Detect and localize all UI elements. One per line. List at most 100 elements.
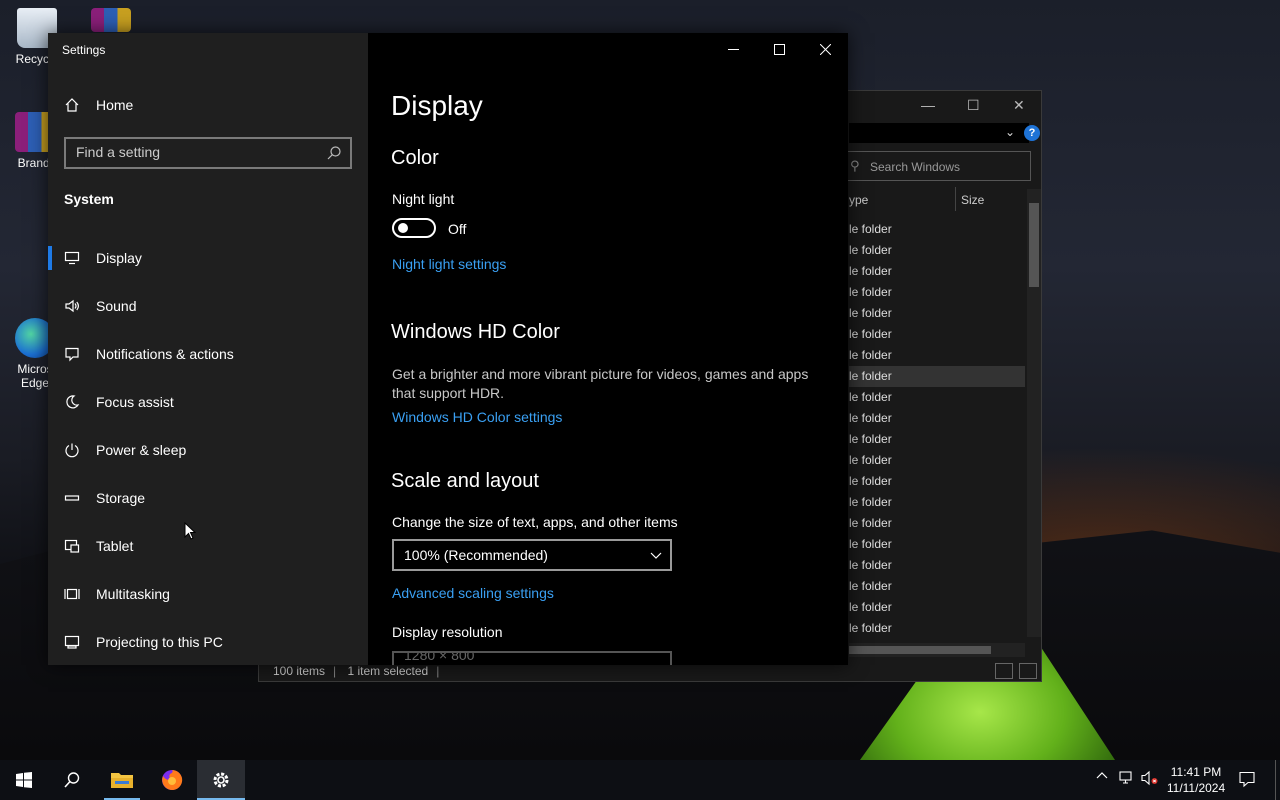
night-light-toggle[interactable] bbox=[392, 218, 436, 238]
horizontal-scrollbar[interactable] bbox=[849, 643, 1025, 657]
settings-window[interactable]: Settings Home Find a setting System Disp… bbox=[48, 33, 848, 665]
windows-logo-icon bbox=[16, 772, 32, 788]
table-row[interactable]: le folder bbox=[849, 513, 1025, 534]
taskbar: 11:41 PM 11/11/2024 bbox=[0, 760, 1280, 800]
nav-item-focus-assist[interactable]: Focus assist bbox=[48, 378, 368, 426]
nav-item-label: Projecting to this PC bbox=[96, 634, 223, 650]
table-row[interactable]: le folder bbox=[849, 366, 1025, 387]
nav-item-label: Tablet bbox=[96, 538, 134, 554]
table-row[interactable]: le folder bbox=[849, 345, 1025, 366]
search-icon bbox=[64, 772, 80, 788]
resolution-label: Display resolution bbox=[392, 624, 503, 640]
table-row[interactable]: le folder bbox=[849, 303, 1025, 324]
chevron-down-icon[interactable]: ⌄ bbox=[1005, 125, 1015, 139]
nav-item-storage[interactable]: Storage bbox=[48, 474, 368, 522]
window-title: Settings bbox=[62, 43, 106, 57]
show-desktop-button[interactable] bbox=[1275, 760, 1276, 800]
speaker-icon bbox=[64, 298, 80, 314]
settings-nav-pane: Settings Home Find a setting System Disp… bbox=[48, 33, 368, 665]
resolution-dropdown[interactable]: 1280 × 800 bbox=[392, 651, 672, 665]
taskbar-firefox[interactable] bbox=[148, 760, 196, 800]
nav-item-label: Multitasking bbox=[96, 586, 170, 602]
home-icon bbox=[64, 97, 80, 113]
table-row[interactable]: le folder bbox=[849, 492, 1025, 513]
nav-item-power-sleep[interactable]: Power & sleep bbox=[48, 426, 368, 474]
details-view-icon[interactable] bbox=[995, 663, 1013, 679]
firefox-icon bbox=[162, 769, 183, 790]
resolution-dropdown-value: 1280 × 800 bbox=[404, 651, 475, 663]
network-icon[interactable] bbox=[1118, 770, 1134, 789]
maximize-icon[interactable]: ☐ bbox=[967, 97, 980, 114]
scrollbar-thumb[interactable] bbox=[849, 646, 991, 654]
hd-color-settings-link[interactable]: Windows HD Color settings bbox=[392, 409, 562, 425]
chevron-up-icon[interactable] bbox=[1096, 770, 1108, 785]
nav-item-sound[interactable]: Sound bbox=[48, 282, 368, 330]
table-row[interactable]: le folder bbox=[849, 534, 1025, 555]
status-selected-count: 1 item selected bbox=[347, 664, 429, 678]
search-icon[interactable] bbox=[326, 145, 342, 161]
table-row[interactable]: le folder bbox=[849, 618, 1025, 639]
find-setting-input[interactable]: Find a setting bbox=[64, 137, 352, 169]
system-clock[interactable]: 11:41 PM 11/11/2024 bbox=[1158, 764, 1234, 796]
table-row[interactable]: le folder bbox=[849, 555, 1025, 576]
table-row[interactable]: le folder bbox=[849, 282, 1025, 303]
table-row[interactable]: le folder bbox=[849, 261, 1025, 282]
close-icon[interactable]: ✕ bbox=[1013, 97, 1025, 114]
search-button[interactable] bbox=[48, 760, 96, 800]
start-button[interactable] bbox=[0, 760, 48, 800]
moon-icon bbox=[64, 394, 80, 410]
table-row[interactable]: le folder bbox=[849, 597, 1025, 618]
table-row[interactable]: le folder bbox=[849, 408, 1025, 429]
scale-label: Change the size of text, apps, and other… bbox=[392, 514, 678, 530]
mouse-cursor-icon bbox=[184, 522, 196, 540]
column-divider[interactable] bbox=[955, 187, 956, 211]
scale-dropdown-value: 100% (Recommended) bbox=[404, 547, 548, 563]
table-row[interactable]: le folder bbox=[849, 219, 1025, 240]
table-row[interactable]: le folder bbox=[849, 576, 1025, 597]
night-light-settings-link[interactable]: Night light settings bbox=[392, 256, 506, 272]
settings-nav-list: Display Sound Notifications & actions Fo… bbox=[48, 234, 368, 666]
large-icons-view-icon[interactable] bbox=[1019, 663, 1037, 679]
scrollbar-thumb[interactable] bbox=[1029, 203, 1039, 287]
nav-item-display[interactable]: Display bbox=[48, 234, 368, 282]
nav-item-projecting[interactable]: Projecting to this PC bbox=[48, 618, 368, 666]
table-row[interactable]: le folder bbox=[849, 429, 1025, 450]
nav-item-tablet[interactable]: Tablet bbox=[48, 522, 368, 570]
scale-dropdown[interactable]: 100% (Recommended) bbox=[392, 539, 672, 571]
minimize-icon[interactable]: — bbox=[921, 97, 935, 113]
night-light-label: Night light bbox=[392, 191, 455, 207]
table-row[interactable]: le folder bbox=[849, 240, 1025, 261]
table-row[interactable]: le folder bbox=[849, 387, 1025, 408]
desktop-icon-label: Edge bbox=[20, 376, 50, 390]
advanced-scaling-link[interactable]: Advanced scaling settings bbox=[392, 585, 554, 601]
taskbar-settings[interactable] bbox=[197, 760, 245, 800]
taskbar-file-explorer[interactable] bbox=[98, 760, 146, 800]
volume-muted-icon[interactable] bbox=[1141, 770, 1159, 789]
desktop-icon-winrar-2[interactable] bbox=[76, 8, 146, 36]
help-icon[interactable]: ? bbox=[1024, 125, 1040, 141]
hd-color-heading: Windows HD Color bbox=[391, 321, 560, 343]
nav-item-label: Notifications & actions bbox=[96, 346, 234, 362]
explorer-search-input[interactable]: ⚲ Search Windows bbox=[839, 151, 1031, 181]
clock-date: 11/11/2024 bbox=[1166, 781, 1226, 795]
nav-item-notifications[interactable]: Notifications & actions bbox=[48, 330, 368, 378]
file-explorer-icon bbox=[111, 773, 133, 788]
explorer-search-placeholder: Search Windows bbox=[870, 160, 961, 174]
nav-item-multitasking[interactable]: Multitasking bbox=[48, 570, 368, 618]
multitasking-icon bbox=[64, 586, 80, 602]
color-heading: Color bbox=[391, 147, 439, 169]
table-row[interactable]: le folder bbox=[849, 450, 1025, 471]
column-header-row: ype Size bbox=[849, 187, 1027, 211]
notification-icon bbox=[64, 346, 80, 362]
table-row[interactable]: le folder bbox=[849, 324, 1025, 345]
status-item-count: 100 items bbox=[273, 664, 326, 678]
column-header-type[interactable]: ype bbox=[849, 193, 868, 207]
column-header-size[interactable]: Size bbox=[961, 193, 984, 207]
power-icon bbox=[64, 442, 80, 458]
action-center-icon[interactable] bbox=[1238, 770, 1256, 791]
address-bar[interactable]: ⌄ bbox=[849, 123, 1029, 143]
nav-home[interactable]: Home bbox=[64, 97, 133, 113]
file-list: le folder le folder le folder le folder le f… bbox=[849, 219, 1025, 639]
table-row[interactable]: le folder bbox=[849, 471, 1025, 492]
vertical-scrollbar[interactable] bbox=[1027, 189, 1041, 637]
